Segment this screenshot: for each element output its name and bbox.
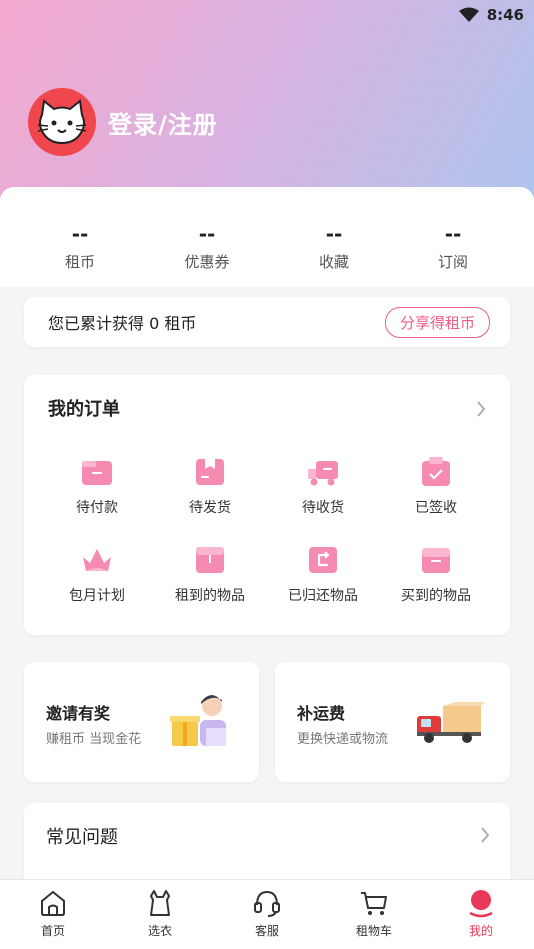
invite-reward-card[interactable]: 邀请有奖 赚租币 当现金花 bbox=[24, 662, 259, 782]
promo-subtitle: 更换快递或物流 bbox=[297, 732, 389, 747]
tab-label: 我的 bbox=[468, 924, 493, 938]
order-rented-items[interactable]: 租到的物品 bbox=[154, 543, 266, 605]
chevron-right-icon[interactable] bbox=[476, 401, 486, 417]
stat-value: -- bbox=[71, 222, 89, 246]
my-orders-card: 我的订单 待付款 待发货 待收货 已签收 包月计划 租到的物品 已归还物品 买到… bbox=[24, 375, 510, 635]
tab-home[interactable]: 首页 bbox=[13, 888, 93, 939]
stat-value: -- bbox=[444, 222, 462, 246]
order-pending-payment[interactable]: 待付款 bbox=[41, 455, 153, 517]
order-label: 租到的物品 bbox=[175, 588, 245, 604]
delivery-truck-icon bbox=[417, 702, 485, 743]
wifi-icon bbox=[458, 7, 479, 22]
order-bought-items[interactable]: 买到的物品 bbox=[380, 543, 492, 605]
stat-subscriptions[interactable]: -- 订阅 bbox=[393, 223, 513, 272]
tab-customer-service[interactable]: 客服 bbox=[227, 888, 307, 939]
tab-label: 客服 bbox=[254, 924, 279, 938]
avatar[interactable] bbox=[28, 88, 96, 156]
crown-icon bbox=[83, 549, 111, 571]
order-label: 已归还物品 bbox=[288, 588, 358, 604]
profile-icon bbox=[469, 890, 493, 918]
order-label: 买到的物品 bbox=[401, 588, 471, 604]
order-pending-shipment[interactable]: 待发货 bbox=[154, 455, 266, 517]
order-monthly-plan[interactable]: 包月计划 bbox=[41, 543, 153, 605]
stat-value: -- bbox=[198, 222, 216, 246]
login-register-link[interactable]: 登录/注册 bbox=[108, 105, 218, 140]
order-label: 包月计划 bbox=[69, 588, 125, 604]
order-signed[interactable]: 已签收 bbox=[380, 455, 492, 517]
tab-rental-cart[interactable]: 租物车 bbox=[334, 888, 414, 939]
stat-coupons[interactable]: -- 优惠券 bbox=[147, 223, 267, 272]
status-bar: 8:46 bbox=[0, 0, 534, 30]
promo-title: 补运费 bbox=[297, 704, 346, 723]
bought-icon bbox=[422, 548, 450, 573]
orders-title: 我的订单 bbox=[48, 399, 120, 420]
signed-icon bbox=[422, 457, 450, 486]
headset-icon bbox=[254, 890, 280, 917]
chevron-right-icon[interactable] bbox=[480, 827, 490, 843]
stat-favorites[interactable]: -- 收藏 bbox=[274, 223, 394, 272]
wallet-icon bbox=[82, 461, 112, 485]
order-label: 待付款 bbox=[76, 500, 118, 516]
tab-label: 首页 bbox=[40, 924, 65, 938]
coin-summary-card: 您已累计获得 0 租币 分享得租币 bbox=[24, 297, 510, 347]
box-icon bbox=[196, 459, 224, 485]
order-label: 待发货 bbox=[189, 500, 231, 516]
order-pending-receipt[interactable]: 待收货 bbox=[267, 455, 379, 517]
stat-value: -- bbox=[325, 222, 343, 246]
return-icon bbox=[309, 547, 337, 573]
promo-subtitle: 赚租币 当现金花 bbox=[46, 732, 142, 747]
tab-label: 选衣 bbox=[147, 924, 172, 938]
stat-coins[interactable]: -- 租币 bbox=[20, 223, 140, 272]
login-area[interactable]: 登录/注册 bbox=[28, 88, 218, 156]
main-content: -- 租币 -- 优惠券 -- 收藏 -- 订阅 您已累计获得 0 租币 分享得… bbox=[0, 187, 534, 893]
tab-label: 租物车 bbox=[355, 924, 392, 938]
cart-icon bbox=[361, 892, 387, 915]
status-time: 8:46 bbox=[486, 6, 524, 24]
order-label: 已签收 bbox=[415, 500, 457, 516]
faq-title: 常见问题 bbox=[46, 827, 118, 848]
stat-label: 优惠券 bbox=[184, 253, 230, 271]
gift-person-icon bbox=[170, 695, 226, 746]
truck-icon bbox=[308, 461, 338, 486]
stat-label: 租币 bbox=[64, 253, 95, 271]
cat-avatar-icon bbox=[37, 99, 87, 145]
promo-title: 邀请有奖 bbox=[46, 704, 111, 723]
tab-mine[interactable]: 我的 bbox=[441, 888, 521, 939]
stat-label: 收藏 bbox=[318, 253, 349, 271]
coin-summary-text: 您已累计获得 0 租币 bbox=[48, 314, 197, 333]
order-label: 待收货 bbox=[302, 500, 344, 516]
tab-clothes[interactable]: 选衣 bbox=[120, 888, 200, 939]
home-icon bbox=[41, 890, 65, 916]
rent-box-icon bbox=[196, 547, 224, 573]
share-earn-coins-button[interactable]: 分享得租币 bbox=[384, 306, 490, 338]
bottom-tab-bar: 首页 选衣 客服 租物车 我的 bbox=[0, 879, 534, 949]
stats-panel: -- 租币 -- 优惠券 -- 收藏 -- 订阅 bbox=[0, 187, 534, 287]
shipping-fee-card[interactable]: 补运费 更换快递或物流 bbox=[275, 662, 510, 782]
clothes-icon bbox=[150, 890, 170, 916]
stat-label: 订阅 bbox=[437, 253, 468, 271]
order-returned-items[interactable]: 已归还物品 bbox=[267, 543, 379, 605]
